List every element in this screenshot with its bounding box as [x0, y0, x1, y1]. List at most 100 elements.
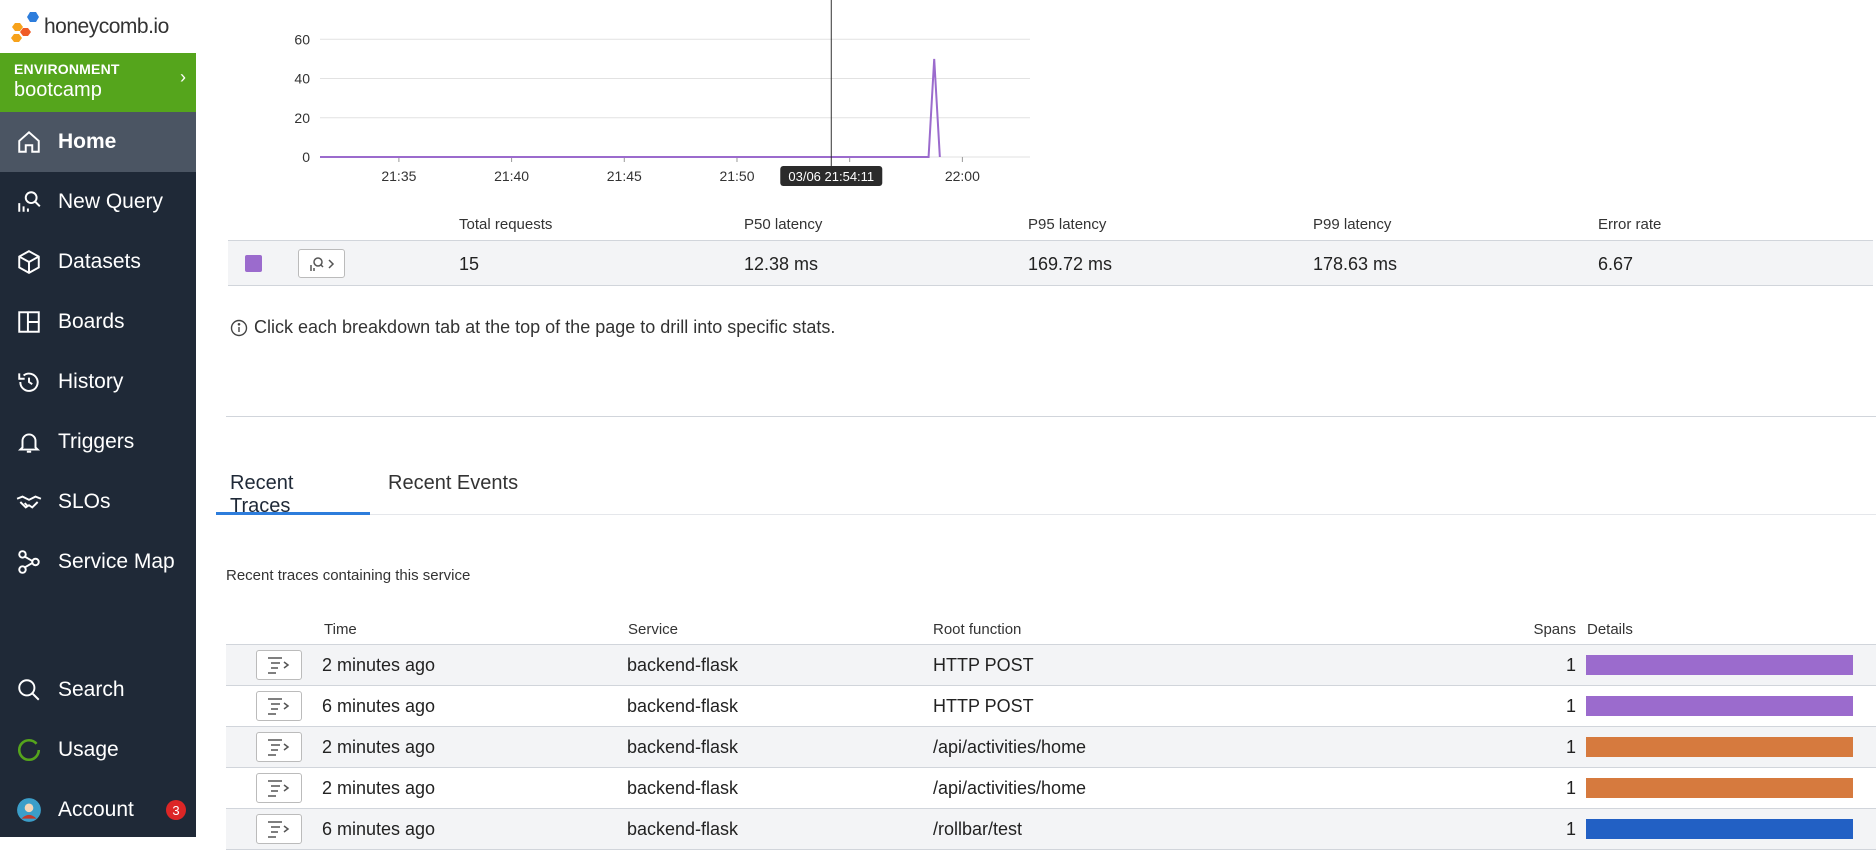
notification-badge: 3	[166, 800, 186, 820]
trace-time: 6 minutes ago	[322, 696, 436, 716]
table-row[interactable]: 2 minutes ago backend-flask/api/activitie…	[226, 727, 1876, 768]
table-row[interactable]: 6 minutes ago backend-flask HTTP POST 1	[226, 686, 1876, 727]
trace-waterfall-icon	[268, 698, 290, 715]
nav-item-datasets[interactable]: Datasets	[0, 232, 196, 292]
section-divider	[226, 416, 1876, 417]
nav-label: Usage	[58, 738, 119, 761]
trace-waterfall-icon	[268, 739, 290, 756]
view-trace-button[interactable]	[256, 814, 302, 844]
trace-service: backend-flask	[627, 737, 739, 757]
trace-service: backend-flask	[627, 696, 739, 716]
trace-waterfall-icon	[268, 780, 290, 797]
nav-label: Boards	[58, 310, 125, 333]
nav-item-new-query[interactable]: New Query	[0, 172, 196, 232]
nav-label: History	[58, 370, 124, 393]
nav-item-history[interactable]: History	[0, 352, 196, 412]
handshake-icon	[16, 495, 42, 509]
nav-item-search[interactable]: Search	[0, 660, 196, 720]
nav-item-usage[interactable]: Usage	[0, 720, 196, 780]
table-row[interactable]: 2 minutes ago backend-flask HTTP POST 1	[226, 645, 1876, 686]
trace-detail-bar[interactable]	[1586, 819, 1853, 839]
stat-p99: 178.63 ms	[1313, 254, 1398, 274]
usage-icon	[17, 738, 41, 762]
trace-root-function: /api/activities/home	[933, 737, 1087, 757]
history-icon	[18, 372, 39, 392]
stat-total-requests: 15	[459, 254, 480, 274]
header-time: Time	[324, 621, 357, 638]
breakdown-query-button[interactable]	[298, 249, 345, 278]
query-chevron-icon	[309, 256, 334, 271]
tabs: Recent Traces Recent Events	[216, 462, 1876, 517]
trace-root-function: HTTP POST	[933, 696, 1034, 716]
info-text: Click each breakdown tab at the top of t…	[254, 317, 836, 337]
nav-label: Triggers	[58, 430, 135, 453]
search-icon	[18, 679, 40, 701]
x-tick-label: 22:00	[945, 168, 980, 184]
y-tick-label: 20	[294, 110, 310, 126]
trace-spans: 1	[1565, 737, 1576, 757]
nav-item-service-map[interactable]: Service Map	[0, 532, 196, 592]
x-tick-label: 21:40	[494, 168, 529, 184]
stats-header-p95: P95 latency	[1028, 216, 1107, 233]
y-tick-label: 40	[294, 71, 310, 87]
view-trace-button[interactable]	[256, 650, 302, 680]
trace-detail-bar[interactable]	[1586, 655, 1853, 675]
stat-p50: 12.38 ms	[744, 254, 819, 274]
main-content: 020406021:3521:4021:4521:5021:5522:0003/…	[196, 0, 1876, 850]
view-trace-button[interactable]	[256, 732, 302, 762]
stats-header-total: Total requests	[459, 216, 553, 233]
tab-recent-traces[interactable]: Recent Traces	[216, 462, 370, 517]
nav-item-home[interactable]: Home	[0, 112, 196, 172]
tab-recent-events[interactable]: Recent Events	[374, 462, 532, 515]
trace-spans: 1	[1565, 778, 1576, 798]
trace-detail-bar[interactable]	[1586, 778, 1853, 798]
boards-icon	[18, 311, 40, 333]
trace-time: 2 minutes ago	[322, 655, 436, 675]
series-swatch	[245, 255, 262, 272]
traces-caption: Recent traces containing this service	[226, 567, 471, 584]
trace-time: 2 minutes ago	[322, 737, 436, 757]
stats-table: Total requests P50 latency P95 latency P…	[228, 212, 1873, 286]
trace-detail-bar[interactable]	[1586, 737, 1853, 757]
nav-label: Account	[58, 798, 134, 821]
logo[interactable]: honeycomb.io	[0, 0, 196, 53]
nav-label: Datasets	[58, 250, 141, 273]
view-trace-button[interactable]	[256, 691, 302, 721]
trace-time: 2 minutes ago	[322, 778, 436, 798]
nav-label: Home	[58, 130, 117, 153]
bell-icon	[17, 433, 41, 453]
requests-chart[interactable]: 020406021:3521:4021:4521:5021:5522:0003/…	[226, 0, 1206, 200]
trace-spans: 1	[1565, 696, 1576, 716]
sidebar: honeycomb.io ENVIRONMENT bootcamp › Home…	[0, 0, 196, 837]
environment-selector[interactable]: ENVIRONMENT bootcamp ›	[0, 53, 196, 112]
service-map-icon	[18, 550, 40, 574]
series-line	[320, 58, 941, 158]
x-tick-label: 21:50	[719, 168, 754, 184]
table-row[interactable]: 6 minutes ago backend-flask/rollbar/test 1	[226, 809, 1876, 850]
info-message: Click each breakdown tab at the top of t…	[230, 317, 835, 338]
view-trace-button[interactable]	[256, 773, 302, 803]
stats-header: Total requests P50 latency P95 latency P…	[228, 212, 1873, 240]
info-icon	[230, 319, 248, 336]
y-tick-label: 0	[302, 149, 310, 165]
trace-root-function: HTTP POST	[933, 655, 1034, 675]
trace-service: backend-flask	[627, 655, 739, 675]
traces-header: Time Service Root function Spans Details	[226, 617, 1876, 645]
x-tick-label: 21:35	[381, 168, 416, 184]
traces-table: Time Service Root function Spans Details…	[226, 617, 1876, 850]
trace-detail-bar[interactable]	[1586, 696, 1853, 716]
stats-header-error-rate: Error rate	[1598, 216, 1662, 233]
stats-header-p99: P99 latency	[1313, 216, 1392, 233]
nav-item-triggers[interactable]: Triggers	[0, 412, 196, 472]
nav-label: Search	[58, 678, 125, 701]
nav-item-slos[interactable]: SLOs	[0, 472, 196, 532]
trace-waterfall-icon	[268, 821, 290, 838]
nav-item-boards[interactable]: Boards	[0, 292, 196, 352]
table-row[interactable]: 2 minutes ago backend-flask/api/activitie…	[226, 768, 1876, 809]
query-icon	[18, 191, 41, 212]
nav-item-account[interactable]: Account 3	[0, 780, 196, 840]
stats-row: 15 12.38 ms 169.72 ms 178.63 ms 6.67	[228, 240, 1873, 286]
stats-header-p50: P50 latency	[744, 216, 823, 233]
logo-text: honeycomb.io	[44, 14, 169, 38]
stat-error-rate: 6.67	[1598, 254, 1634, 274]
